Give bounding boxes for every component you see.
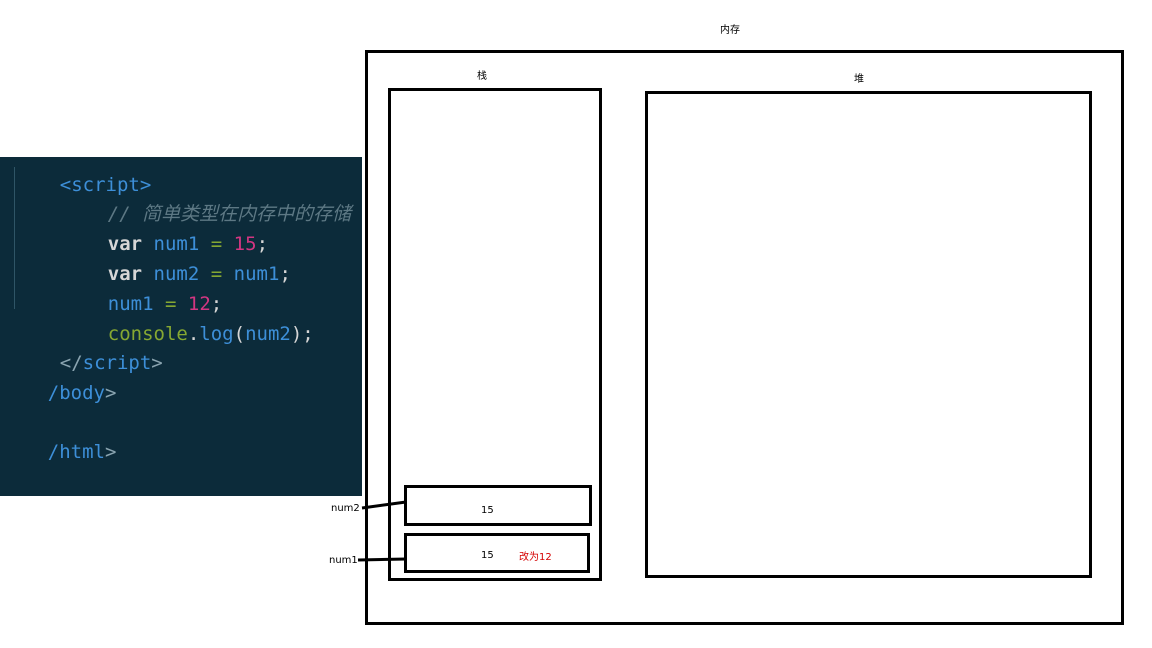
num1-pointer-line	[357, 557, 407, 562]
pointer-lines	[357, 500, 407, 562]
num2-pointer-line	[361, 500, 407, 510]
